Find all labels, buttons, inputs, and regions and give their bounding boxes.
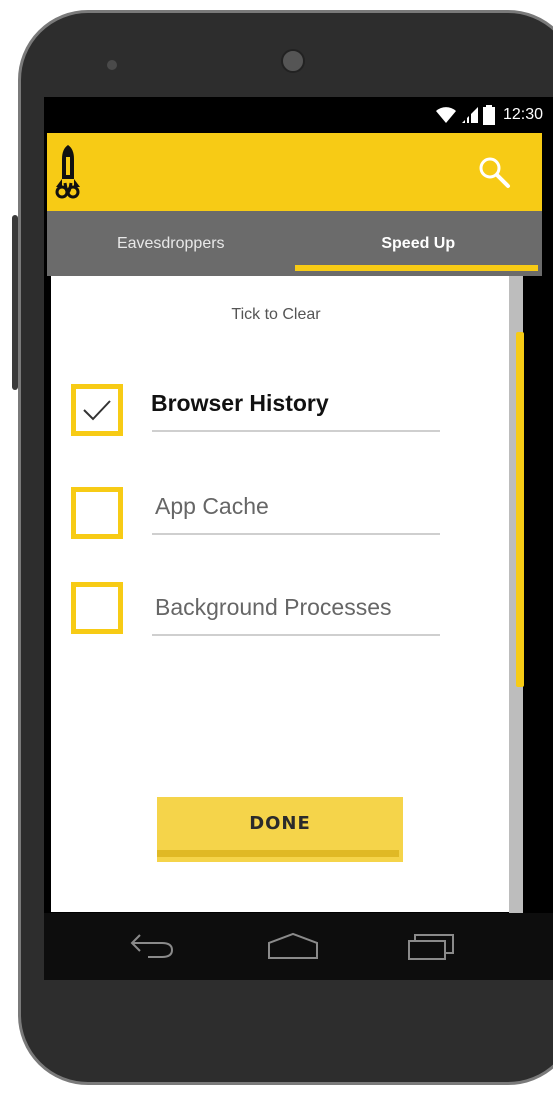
instruction-text: Tick to Clear <box>231 306 321 323</box>
status-bar: 12:30 <box>44 97 553 133</box>
phone-screen: 12:30 Eavesdroppers Speed Up Tick to Cle… <box>44 97 553 980</box>
status-time: 12:30 <box>502 106 543 123</box>
system-nav-bar <box>44 913 553 980</box>
browser-history-label: Browser History <box>151 390 329 416</box>
checkmark-icon <box>83 400 111 421</box>
background-processes-label: Background Processes <box>155 594 392 620</box>
item-underline <box>152 430 440 432</box>
app-toolbar <box>47 133 542 211</box>
list-item-background-processes: Background Processes <box>71 582 441 642</box>
back-icon[interactable] <box>128 931 178 961</box>
item-underline <box>152 634 440 636</box>
tab-label: Speed Up <box>381 234 456 252</box>
tab-eavesdroppers[interactable]: Eavesdroppers <box>47 211 295 276</box>
speed-up-panel: Tick to Clear Browser History App Cache … <box>51 276 517 912</box>
scrollbar-thumb[interactable] <box>516 332 524 687</box>
home-icon[interactable] <box>266 931 320 961</box>
sensor-dot <box>107 60 117 70</box>
wifi-icon <box>435 107 456 123</box>
front-camera <box>281 49 305 73</box>
search-icon[interactable] <box>477 155 511 189</box>
tab-label: Eavesdroppers <box>116 234 225 252</box>
battery-icon <box>482 105 495 125</box>
background-processes-checkbox[interactable] <box>71 582 123 634</box>
app-cache-label: App Cache <box>155 493 269 519</box>
tab-bar: Eavesdroppers Speed Up <box>47 211 542 276</box>
browser-history-checkbox[interactable] <box>71 384 123 436</box>
done-button-shadow <box>157 850 399 857</box>
list-item-browser-history: Browser History <box>71 384 441 444</box>
done-button[interactable]: DONE <box>157 797 403 862</box>
active-tab-indicator <box>295 265 538 271</box>
item-underline <box>152 533 440 535</box>
recents-icon[interactable] <box>406 931 458 961</box>
list-item-app-cache: App Cache <box>71 487 441 547</box>
app-cache-checkbox[interactable] <box>71 487 123 539</box>
rocket-logo-icon <box>55 145 80 199</box>
done-label: DONE <box>249 813 311 834</box>
cell-signal-icon <box>461 107 478 123</box>
